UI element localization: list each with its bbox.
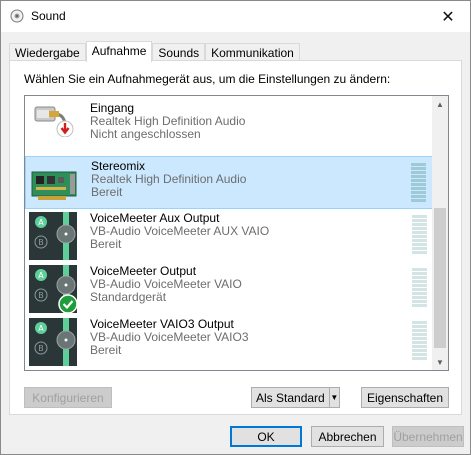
device-status: Bereit: [90, 237, 122, 251]
level-meter: [411, 163, 426, 204]
level-meter: [412, 215, 427, 256]
list-item-stereomix[interactable]: Stereomix Realtek High Definition Audio …: [25, 156, 433, 209]
instruction-text: Wählen Sie ein Aufnahmegerät aus, um die…: [24, 72, 391, 86]
line-in-jack-icon: [34, 106, 74, 137]
sound-card-icon: [31, 171, 77, 200]
device-status: Bereit: [90, 343, 122, 357]
device-list-scrollbar[interactable]: ▲ ▼: [432, 96, 448, 370]
configure-button[interactable]: Konfigurieren: [24, 387, 112, 408]
tab-strip: Wiedergabe Aufnahme Sounds Kommunikation: [9, 41, 300, 62]
list-item-voicemeeter-aux[interactable]: A B VoiceMeeter Aux Output VB-Audio Voic…: [25, 209, 433, 262]
recording-panel: Wählen Sie ein Aufnahmegerät aus, um die…: [9, 60, 462, 415]
svg-text:A: A: [38, 271, 44, 280]
ok-button[interactable]: OK: [230, 426, 302, 447]
scroll-down-arrow-icon[interactable]: ▼: [432, 354, 448, 370]
voicemeeter-default-icon: A B: [29, 265, 77, 313]
sound-dialog: Sound ✕ Wiedergabe Aufnahme Sounds Kommu…: [0, 0, 471, 455]
list-item-eingang[interactable]: Eingang Realtek High Definition Audio Ni…: [25, 96, 433, 141]
svg-text:B: B: [38, 344, 44, 353]
svg-text:B: B: [38, 291, 44, 300]
level-meter: [412, 321, 427, 362]
scrollbar-thumb[interactable]: [434, 208, 446, 348]
voicemeeter-icon: A B: [29, 318, 77, 366]
device-status: Bereit: [91, 185, 123, 199]
level-meter: [412, 268, 427, 309]
close-icon: ✕: [441, 8, 455, 26]
device-status: Nicht angeschlossen: [90, 127, 201, 141]
device-status: Standardgerät: [90, 290, 167, 304]
cancel-button[interactable]: Abbrechen: [311, 426, 384, 447]
list-item-voicemeeter-output[interactable]: A B VoiceMeeter Output VB-Audio VoiceMee…: [25, 262, 433, 315]
window-title: Sound: [31, 9, 66, 23]
device-list[interactable]: Eingang Realtek High Definition Audio Ni…: [24, 95, 449, 371]
svg-text:A: A: [38, 218, 44, 227]
svg-text:B: B: [38, 238, 44, 247]
svg-text:A: A: [38, 324, 44, 333]
speaker-icon: [10, 9, 24, 23]
dropdown-arrow-icon[interactable]: ▼: [328, 388, 339, 407]
set-default-split-button[interactable]: Als Standard ▼: [251, 387, 340, 408]
voicemeeter-icon: A B: [29, 212, 77, 260]
tab-recording[interactable]: Aufnahme: [85, 41, 153, 62]
properties-button[interactable]: Eigenschaften: [361, 387, 449, 408]
title-bar[interactable]: Sound ✕: [1, 1, 470, 32]
set-default-button[interactable]: Als Standard: [252, 388, 329, 407]
apply-button[interactable]: Übernehmen: [392, 426, 464, 447]
close-button[interactable]: ✕: [426, 1, 470, 32]
list-item-voicemeeter-vaio3[interactable]: A B VoiceMeeter VAIO3 Output VB-Audio Vo…: [25, 315, 433, 368]
scroll-up-arrow-icon[interactable]: ▲: [432, 96, 448, 112]
